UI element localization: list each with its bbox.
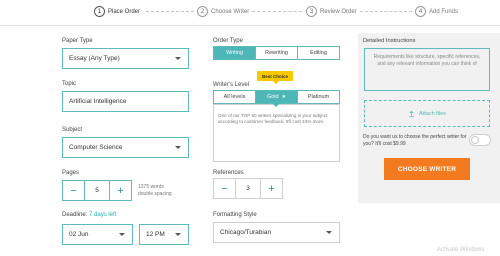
references-increment-button[interactable]: + xyxy=(261,179,282,198)
step-number: 2 xyxy=(197,6,208,17)
best-choice-badge: Best Choice xyxy=(257,71,293,84)
writer-level-label: Writer's Level xyxy=(213,82,250,88)
paper-type-select[interactable]: Essay (Any Type) xyxy=(62,48,189,69)
instructions-textarea[interactable]: Requirements like structure, specific re… xyxy=(364,48,490,91)
order-type-writing[interactable]: Writing xyxy=(214,47,255,59)
writer-preference-toggle[interactable] xyxy=(469,134,491,146)
writer-level-gold[interactable]: Gold ★ xyxy=(255,91,297,103)
deadline-time-select[interactable]: 12 PM xyxy=(139,224,189,245)
formatting-style-label: Formatting Style xyxy=(213,212,257,218)
step-choose-writer[interactable]: 2 Choose Writer xyxy=(197,6,249,17)
step-divider xyxy=(360,11,412,12)
step-divider xyxy=(252,11,302,12)
step-place-order[interactable]: 1 Place Order xyxy=(94,6,140,17)
word-count-value: 1375 words xyxy=(138,184,164,190)
days-left-link[interactable]: 7 days left xyxy=(89,212,116,218)
paper-type-label: Paper Type xyxy=(62,38,93,44)
step-divider xyxy=(146,11,194,12)
topic-label: Topic xyxy=(62,81,77,87)
upload-icon xyxy=(409,110,414,117)
toggle-knob xyxy=(471,136,479,144)
selected-pointer xyxy=(272,103,280,107)
order-type-rewriting[interactable]: Rewriting xyxy=(255,47,297,59)
order-type-label: Order Type xyxy=(213,38,243,44)
deadline-date-value: 02 Jun xyxy=(69,231,89,238)
chevron-down-icon xyxy=(119,233,125,236)
step-number: 1 xyxy=(94,6,105,17)
step-label: Place Order xyxy=(108,8,141,15)
pages-decrement-button[interactable]: − xyxy=(63,181,84,200)
formatting-style-select[interactable]: Chicago/Turabian xyxy=(213,222,340,243)
writer-preference-text: Do you want us to choose the perfect wri… xyxy=(363,134,467,147)
step-label: Choose Writer xyxy=(211,8,250,15)
pages-value[interactable]: 5 xyxy=(84,181,110,200)
order-steps: 1 Place Order 2 Choose Writer 3 Review O… xyxy=(0,0,500,26)
star-icon: ★ xyxy=(281,94,287,100)
step-label: Review Order xyxy=(320,8,357,15)
references-value[interactable]: 3 xyxy=(235,179,261,198)
choose-writer-button[interactable]: CHOOSE WRITER xyxy=(384,158,470,180)
paper-type-value: Essay (Any Type) xyxy=(69,55,120,62)
writer-level-all[interactable]: All levels xyxy=(214,91,255,103)
references-stepper[interactable]: − 3 + xyxy=(213,178,283,199)
windows-watermark: Activate Windows xyxy=(437,247,485,253)
chevron-down-icon xyxy=(175,57,181,60)
pages-stepper[interactable]: − 5 + xyxy=(62,180,132,201)
step-add-funds[interactable]: 4 Add Funds xyxy=(415,6,458,17)
formatting-style-value: Chicago/Turabian xyxy=(220,229,272,236)
writer-level-description: One of our TOP 50 writers specializing i… xyxy=(218,113,328,124)
writer-level-gold-label: Gold xyxy=(266,94,279,100)
deadline-label: Deadline: 7 days left xyxy=(62,212,116,218)
writer-level-segmented: All levels Gold ★ Platinum xyxy=(213,90,340,104)
word-count: 1375 words double spacing xyxy=(138,184,172,198)
deadline-label-text: Deadline: xyxy=(62,212,88,218)
pages-increment-button[interactable]: + xyxy=(110,181,131,200)
step-label: Add Funds xyxy=(429,8,459,15)
subject-value: Computer Science xyxy=(69,144,123,151)
pages-label: Pages xyxy=(62,170,80,176)
writer-level-platinum[interactable]: Platinum xyxy=(297,91,339,103)
attach-files-button[interactable]: Attach files xyxy=(364,100,490,127)
panel-title: Detailed Instructions xyxy=(363,38,416,44)
chevron-down-icon xyxy=(326,231,332,234)
references-label: References xyxy=(213,170,244,176)
attach-files-label: Attach files xyxy=(419,110,446,117)
chevron-down-icon xyxy=(175,146,181,149)
subject-select[interactable]: Computer Science xyxy=(62,137,189,158)
subject-label: Subject xyxy=(62,127,83,133)
step-number: 3 xyxy=(306,6,317,17)
order-type-segmented: Writing Rewriting Editing xyxy=(213,46,340,60)
deadline-date-select[interactable]: 02 Jun xyxy=(62,224,133,245)
deadline-time-value: 12 PM xyxy=(146,231,165,238)
references-decrement-button[interactable]: − xyxy=(214,179,235,198)
spacing-value: double spacing xyxy=(138,191,172,197)
topic-input[interactable]: Artificial Intelligence xyxy=(62,91,189,112)
order-type-editing[interactable]: Editing xyxy=(297,47,339,59)
topic-value: Artificial Intelligence xyxy=(69,98,127,105)
chevron-down-icon xyxy=(175,233,181,236)
step-number: 4 xyxy=(415,6,426,17)
step-review-order[interactable]: 3 Review Order xyxy=(306,6,357,17)
